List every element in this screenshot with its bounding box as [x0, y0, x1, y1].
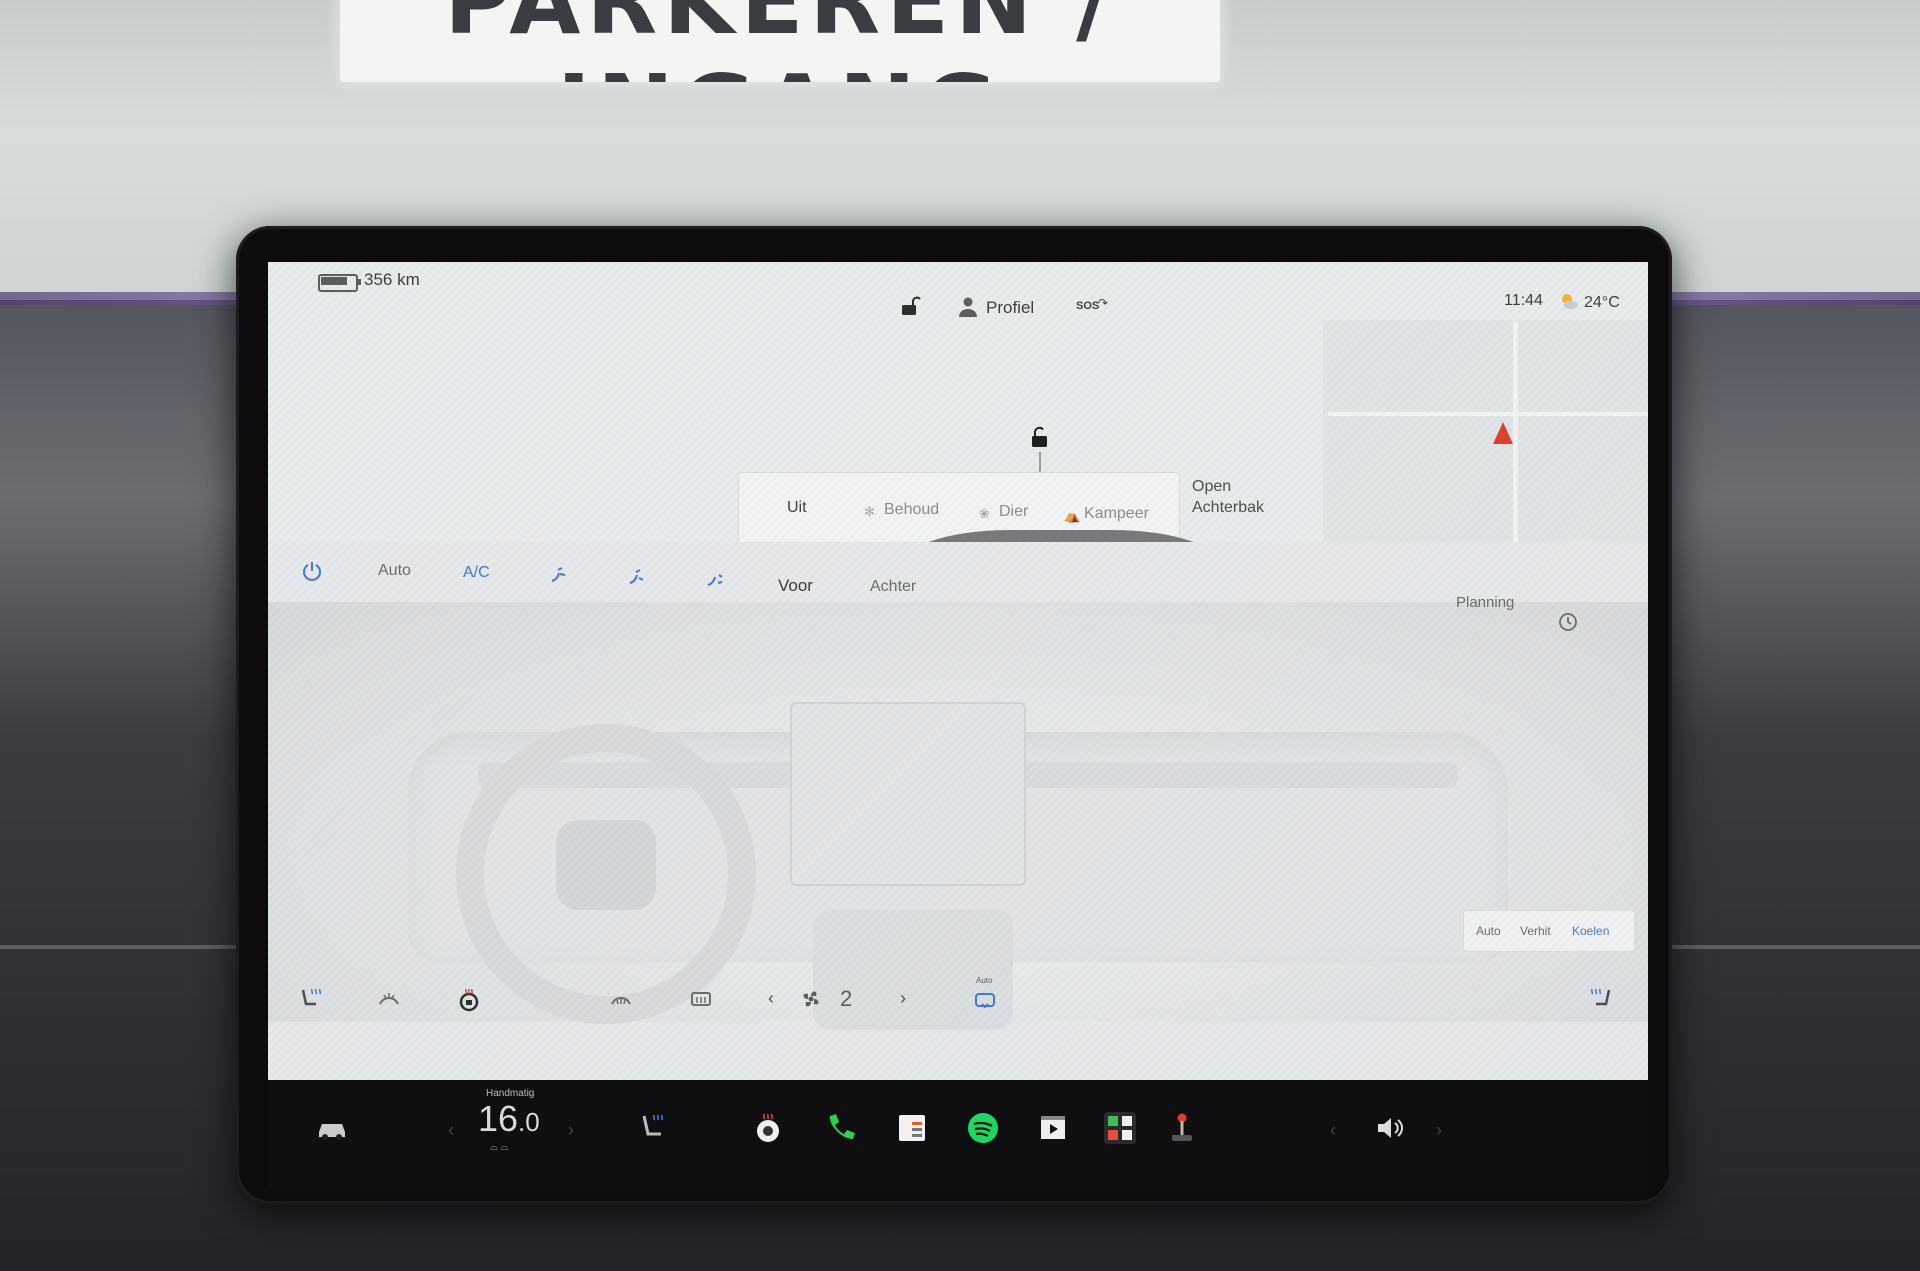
steering-wheel-heat-icon[interactable] [750, 1110, 786, 1146]
fan-icon [803, 991, 819, 1007]
tab-front[interactable]: Voor [778, 576, 813, 596]
mode-camp[interactable]: ⛺ Kampeer [1064, 505, 1149, 523]
car-unlock-icon[interactable] [1028, 424, 1052, 450]
mode-dog[interactable]: ❀ Dier [979, 503, 1028, 521]
temp-decrease-button[interactable]: ‹ [448, 1120, 454, 1141]
unlock-icon[interactable] [898, 294, 922, 318]
cabin-center-display [790, 702, 1026, 886]
cabin-view [268, 602, 1648, 1030]
hvac-mode-selector: Auto Verhit Koelen [1463, 910, 1635, 952]
battery-icon [318, 274, 361, 292]
touchscreen: 356 km Profiel SOS ↷ 11:44 24°C Uit ✻ Beh… [268, 262, 1648, 1080]
mode-keep[interactable]: ✻ Behoud [864, 501, 939, 519]
map-road [1328, 412, 1648, 416]
map-view[interactable] [1323, 320, 1648, 550]
spotify-icon[interactable] [965, 1110, 1001, 1146]
sos-call-icon: ↷ [1098, 296, 1109, 310]
steering-wheel-heat-icon[interactable] [456, 986, 482, 1012]
apps-icon[interactable] [1102, 1110, 1138, 1146]
phone-icon[interactable] [822, 1110, 858, 1146]
calendar-icon[interactable] [894, 1110, 930, 1146]
tent-icon: ⛺ [1064, 508, 1081, 523]
profile-icon[interactable] [958, 296, 978, 318]
fan-increase-button[interactable]: › [900, 988, 906, 1009]
climate-panel: Auto A/C Voor Achter Planning Auto Verhi… [268, 542, 1648, 1080]
joystick-icon[interactable] [1164, 1110, 1200, 1146]
open-trunk-button[interactable]: Open Achterbak [1192, 476, 1264, 518]
hvac-auto[interactable]: Auto [1476, 924, 1501, 938]
bottom-dock: ‹ Handmatig 16.0 › ‹ › ⌓ ⌓ [268, 1080, 1648, 1190]
airflow-windshield-icon[interactable] [704, 568, 726, 590]
seat-heat-icon[interactable] [636, 1110, 672, 1146]
mode-off[interactable]: Uit [787, 499, 807, 517]
seat-heater-left-icon[interactable] [298, 986, 324, 1012]
recirculation-icon[interactable] [972, 988, 998, 1014]
climate-auto-button[interactable]: Auto [378, 562, 411, 580]
ac-button[interactable]: A/C [463, 564, 490, 582]
wiper-defrost-icon[interactable] [376, 986, 402, 1012]
defrost-indicator-icon: ⌓ ⌓ [490, 1142, 509, 1153]
power-icon[interactable] [301, 560, 323, 582]
clock-icon[interactable] [1558, 612, 1578, 632]
outside-temperature: 24°C [1584, 294, 1620, 311]
steering-wheel-hub [556, 820, 656, 910]
cabin-temperature[interactable]: 16.0 [478, 1098, 540, 1140]
schedule-button[interactable]: Planning [1456, 594, 1514, 611]
temp-increase-button[interactable]: › [568, 1120, 574, 1141]
lock-indicator-line [1039, 452, 1041, 474]
theater-icon[interactable] [1035, 1110, 1071, 1146]
rear-defrost-icon[interactable] [688, 986, 714, 1012]
partly-sunny-icon [1562, 294, 1578, 309]
map-road [1513, 322, 1518, 562]
hvac-cool[interactable]: Koelen [1572, 924, 1609, 938]
hvac-heat[interactable]: Verhit [1520, 924, 1551, 938]
volume-up-button[interactable]: › [1436, 1120, 1442, 1141]
fan-speed: 2 [840, 986, 853, 1011]
paw-icon: ❀ [979, 506, 990, 521]
navigation-arrow-icon [1493, 422, 1513, 444]
range-readout: 356 km [364, 270, 420, 289]
car-icon[interactable] [314, 1110, 350, 1146]
volume-icon[interactable] [1372, 1110, 1408, 1146]
airflow-feet-icon[interactable] [626, 566, 648, 588]
front-defrost-icon[interactable] [608, 986, 634, 1012]
parking-sign-text: PARKEREN / INGANG [444, 0, 1116, 82]
seat-heater-right-icon[interactable] [1588, 986, 1614, 1012]
airflow-face-icon[interactable] [548, 564, 570, 586]
parking-sign: PARKEREN / INGANG [340, 0, 1220, 82]
sos-button[interactable]: SOS [1076, 300, 1099, 312]
tab-rear[interactable]: Achter [870, 578, 916, 596]
profile-button[interactable]: Profiel [986, 298, 1034, 318]
fan-decrease-button[interactable]: ‹ [768, 988, 774, 1009]
volume-down-button[interactable]: ‹ [1330, 1120, 1336, 1141]
recirc-auto-label: Auto [976, 976, 993, 985]
clock: 11:44 [1504, 292, 1543, 309]
fan-icon: ✻ [864, 504, 875, 519]
